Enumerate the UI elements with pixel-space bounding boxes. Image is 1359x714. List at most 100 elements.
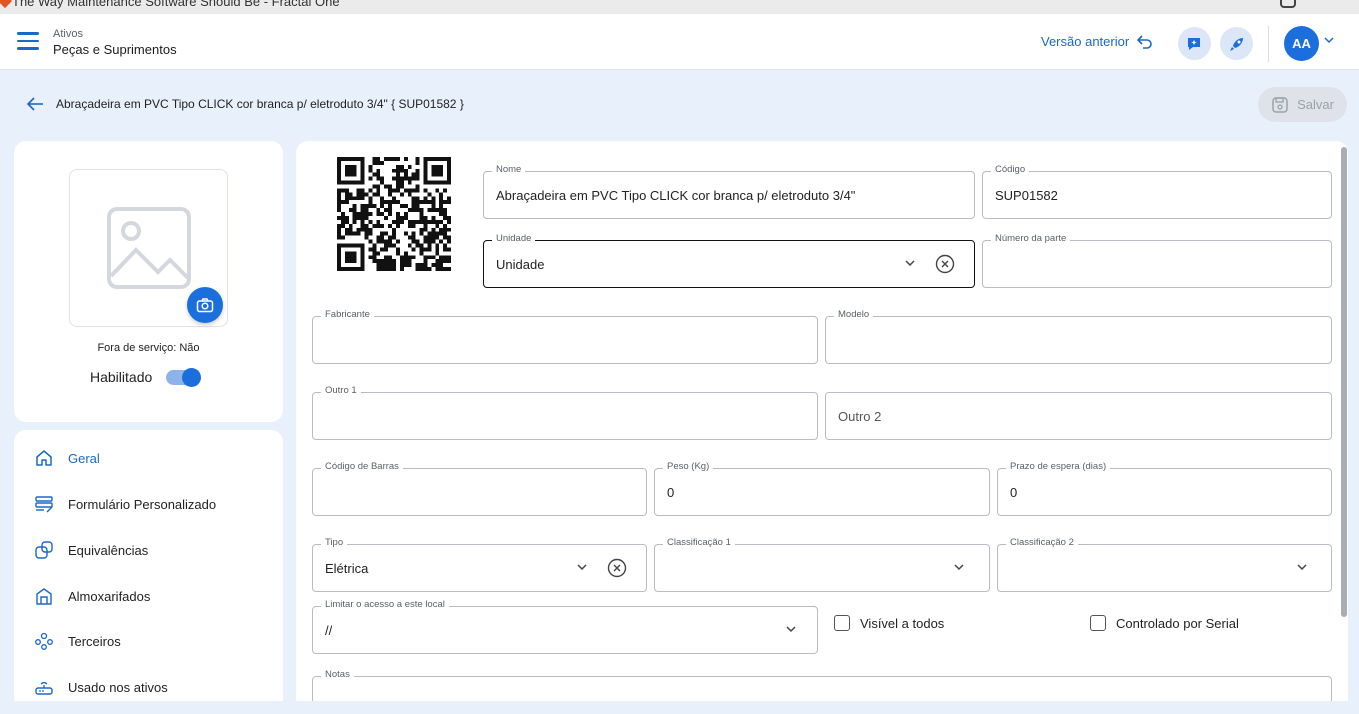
clear-icon[interactable] [607,558,627,578]
home-icon [36,450,52,466]
window-maximize-icon[interactable] [1280,0,1296,8]
form-icon [35,496,53,513]
chat-icon [1187,37,1200,50]
numero-parte-field[interactable]: Número da parte [982,233,1332,288]
codigo-barras-field[interactable]: Código de Barras [312,461,647,516]
camera-button[interactable] [187,287,223,323]
fabricante-field[interactable]: Fabricante [312,309,818,364]
avatar[interactable]: AA [1284,26,1319,61]
form-card: Nome Abraçadeira em PVC Tipo CLICK cor b… [296,141,1348,701]
out-of-service-status: Fora de serviço: Não [97,342,200,354]
limitar-acesso-label: Limitar o acesso a este local [321,599,449,610]
enabled-toggle[interactable] [166,368,201,387]
clear-icon[interactable] [935,254,955,274]
visivel-todos-label: Visível a todos [860,615,945,631]
modelo-label: Modelo [834,309,874,320]
enabled-label: Habilitado [90,369,153,385]
controlado-serial-checkbox[interactable]: Controlado por Serial [1090,615,1239,631]
codigo-field[interactable]: Código SUP01582 [982,164,1332,219]
codigo-value: SUP01582 [995,188,1058,203]
notas-field[interactable]: Notas [312,669,1332,701]
bottom-strip [0,701,1359,714]
section-nav: Geral Formulário Personalizado Equivalên… [14,430,283,710]
back-arrow-icon[interactable] [26,96,44,112]
limitar-acesso-select[interactable]: Limitar o acesso a este local // [312,599,818,654]
nav-item-label: Equivalências [68,542,149,558]
nav-item-equivalencias[interactable]: Equivalências [34,538,148,562]
scrollbar[interactable] [1341,147,1347,617]
chevron-down-icon[interactable] [1324,36,1334,44]
nav-item-label: Almoxarifados [68,588,151,604]
controlado-serial-label: Controlado por Serial [1116,615,1239,631]
peso-field[interactable]: Peso (Kg) 0 [654,461,990,516]
unidade-value: Unidade [496,257,545,272]
chevron-down-icon[interactable] [953,562,965,572]
menu-icon[interactable] [17,32,39,50]
save-icon [1272,96,1288,113]
outro2-field[interactable]: Outro 2 [825,392,1332,440]
modelo-field[interactable]: Modelo [825,309,1332,364]
chevron-down-icon[interactable] [785,624,797,634]
numero-parte-label: Número da parte [991,233,1071,244]
save-button[interactable]: Salvar [1258,87,1347,122]
fabricante-label: Fabricante [321,309,374,320]
peso-label: Peso (Kg) [663,461,714,472]
nav-item-formulario[interactable]: Formulário Personalizado [34,492,216,516]
prazo-label: Prazo de espera (dias) [1006,461,1111,472]
nav-item-label: Geral [68,450,100,466]
chevron-down-icon[interactable] [1296,562,1308,572]
visivel-todos-checkbox[interactable]: Visível a todos [834,615,944,631]
classificacao1-label: Classificação 1 [663,537,735,548]
rocket-button[interactable] [1220,27,1253,60]
app-header: Ativos Peças e Suprimentos Versão anteri… [0,14,1359,70]
checkbox-box[interactable] [1090,615,1106,631]
nome-label: Nome [492,164,526,175]
classificacao1-select[interactable]: Classificação 1 [654,537,990,592]
equivalence-icon [35,541,53,559]
header-breadcrumb: Ativos [53,28,83,40]
undo-icon [1137,34,1152,49]
window-title: The Way Maintenance Software Should Be -… [12,0,340,9]
codigo-barras-label: Código de Barras [321,461,403,472]
nav-item-geral[interactable]: Geral [34,446,100,470]
nav-item-usado-ativos[interactable]: Usado nos ativos [34,675,168,699]
outro1-field[interactable]: Outro 1 [312,385,818,440]
support-chat-button[interactable] [1178,27,1211,60]
tipo-label: Tipo [321,537,348,548]
people-icon [35,632,53,650]
nav-item-label: Formulário Personalizado [68,496,217,512]
chevron-down-icon[interactable] [576,562,588,572]
outro1-label: Outro 1 [321,385,361,396]
qr-code [337,157,451,271]
header-title: Peças e Suprimentos [53,42,177,57]
prazo-value: 0 [1010,485,1018,500]
classificacao2-label: Classificação 2 [1006,537,1078,548]
save-label: Salvar [1297,97,1334,112]
prazo-field[interactable]: Prazo de espera (dias) 0 [997,461,1332,516]
warehouse-icon [36,588,52,605]
unidade-select[interactable]: Unidade Unidade [483,233,975,288]
nav-item-terceiros[interactable]: Terceiros [34,629,121,653]
app-logo-icon [0,0,13,9]
nome-field[interactable]: Nome Abraçadeira em PVC Tipo CLICK cor b… [483,164,975,219]
image-placeholder-icon [107,207,191,289]
header-divider [1268,26,1269,62]
nome-value: Abraçadeira em PVC Tipo CLICK cor branca… [496,188,856,203]
classificacao2-select[interactable]: Classificação 2 [997,537,1332,592]
outro2-placeholder: Outro 2 [838,409,882,424]
rocket-icon [1229,37,1243,51]
camera-icon [196,298,214,313]
peso-value: 0 [667,485,675,500]
photo-card: Fora de serviço: Não Habilitado [14,141,283,422]
chevron-down-icon[interactable] [904,258,916,268]
window-titlebar: The Way Maintenance Software Should Be -… [0,0,1359,14]
tipo-select[interactable]: Tipo Elétrica [312,537,647,592]
notas-label: Notas [321,669,354,680]
previous-version-link[interactable]: Versão anterior [1041,34,1153,49]
nav-item-almoxarifados[interactable]: Almoxarifados [34,584,150,608]
unidade-label: Unidade [492,233,536,244]
checkbox-box[interactable] [834,615,850,631]
previous-version-label: Versão anterior [1041,34,1130,49]
nav-item-label: Terceiros [68,633,121,649]
nav-item-label: Usado nos ativos [68,679,168,695]
